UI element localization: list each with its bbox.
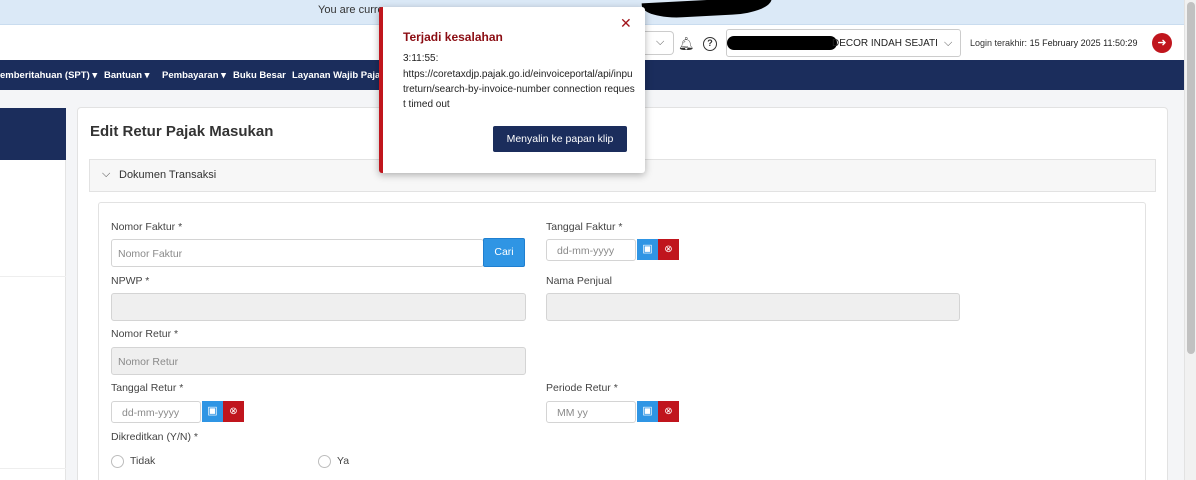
page-scrollbar[interactable] (1184, 0, 1196, 480)
last-login-label: Login terakhir: (970, 38, 1028, 48)
toast-time: 3:11:55: (403, 53, 439, 64)
nomor-retur-input[interactable]: Nomor Retur (111, 347, 526, 375)
accordion-title: Dokumen Transaksi (119, 169, 217, 181)
tanggal-faktur-input[interactable]: dd-mm-yyyy (546, 239, 636, 261)
filter-clear-icon[interactable]: ⊗ (658, 239, 679, 260)
help-icon[interactable]: ? (703, 37, 717, 51)
radio-ya-label: Ya (337, 455, 350, 467)
calendar-icon[interactable]: ▣ (637, 401, 658, 422)
npwp-label: NPWP * (111, 275, 150, 287)
periode-retur-placeholder: MM yy (557, 407, 588, 419)
nama-penjual-label: Nama Penjual (546, 275, 612, 287)
calendar-icon[interactable]: ▣ (202, 401, 223, 422)
nomor-retur-label: Nomor Retur * (111, 328, 179, 340)
nav-item-buku-besar[interactable]: Buku Besar (233, 70, 286, 81)
tanggal-retur-label: Tanggal Retur * (111, 382, 184, 394)
nama-penjual-input[interactable] (546, 293, 960, 321)
divider (0, 276, 66, 277)
copy-to-clipboard-button[interactable]: Menyalin ke papan klip (493, 126, 627, 152)
bell-icon[interactable]: 🔔︎ (678, 37, 695, 51)
language-select[interactable]: ⌵ (640, 31, 674, 55)
logout-icon[interactable]: ➜ (1152, 33, 1172, 53)
nomor-faktur-input[interactable]: Nomor Faktur (111, 239, 484, 267)
chevron-down-icon: ⌵ (102, 168, 111, 180)
last-login-time: 15 February 2025 11:50:29 (1029, 38, 1138, 48)
nav-item-spt[interactable]: emberitahuan (SPT) ▾ (0, 70, 97, 81)
nav-item-bantuan[interactable]: Bantuan ▾ (104, 70, 149, 81)
filter-clear-icon[interactable]: ⊗ (223, 401, 244, 422)
divider (0, 468, 66, 469)
calendar-icon[interactable]: ▣ (637, 239, 658, 260)
tanggal-faktur-label: Tanggal Faktur * (546, 221, 623, 233)
tanggal-faktur-placeholder: dd-mm-yyyy (557, 245, 615, 257)
tanggal-retur-input[interactable]: dd-mm-yyyy (111, 401, 201, 423)
nav-item-pembayaran[interactable]: Pembayaran ▾ (162, 70, 226, 81)
nomor-faktur-label: Nomor Faktur * (111, 221, 183, 233)
periode-retur-input[interactable]: MM yy (546, 401, 636, 423)
nav-item-layanan[interactable]: Layanan Wajib Pajak (292, 70, 386, 81)
close-icon[interactable]: ✕ (620, 15, 632, 32)
filter-clear-icon[interactable]: ⊗ (658, 401, 679, 422)
company-name: DECOR INDAH SEJATI (832, 38, 938, 49)
page-title: Edit Retur Pajak Masukan (90, 123, 274, 140)
sidebar-header (0, 108, 66, 160)
info-banner-text: You are curre (318, 4, 384, 16)
nomor-retur-placeholder: Nomor Retur (118, 356, 179, 368)
npwp-input[interactable] (111, 293, 526, 321)
radio-tidak[interactable] (111, 455, 124, 468)
tanggal-retur-placeholder: dd-mm-yyyy (122, 407, 180, 419)
last-login: Login terakhir: 15 February 2025 11:50:2… (970, 38, 1137, 48)
radio-tidak-label: Tidak (130, 455, 156, 467)
toast-message: https://coretaxdjp.pajak.go.id/einvoicep… (403, 69, 635, 110)
toast-title: Terjadi kesalahan (403, 30, 503, 44)
redaction-mark (727, 36, 837, 50)
error-toast: ✕ Terjadi kesalahan 3:11:55: https://cor… (379, 7, 645, 173)
cari-button[interactable]: Cari (483, 238, 525, 267)
sidebar (0, 108, 66, 480)
chevron-down-icon: ⌵ (656, 36, 665, 48)
company-select[interactable]: DECOR INDAH SEJATI ⌵ (726, 29, 961, 57)
radio-ya[interactable] (318, 455, 331, 468)
nomor-faktur-placeholder: Nomor Faktur (118, 248, 183, 260)
scrollbar-thumb[interactable] (1187, 2, 1195, 354)
chevron-down-icon: ⌵ (944, 37, 953, 49)
dikreditkan-label: Dikreditkan (Y/N) * (111, 431, 198, 443)
periode-retur-label: Periode Retur * (546, 382, 618, 394)
